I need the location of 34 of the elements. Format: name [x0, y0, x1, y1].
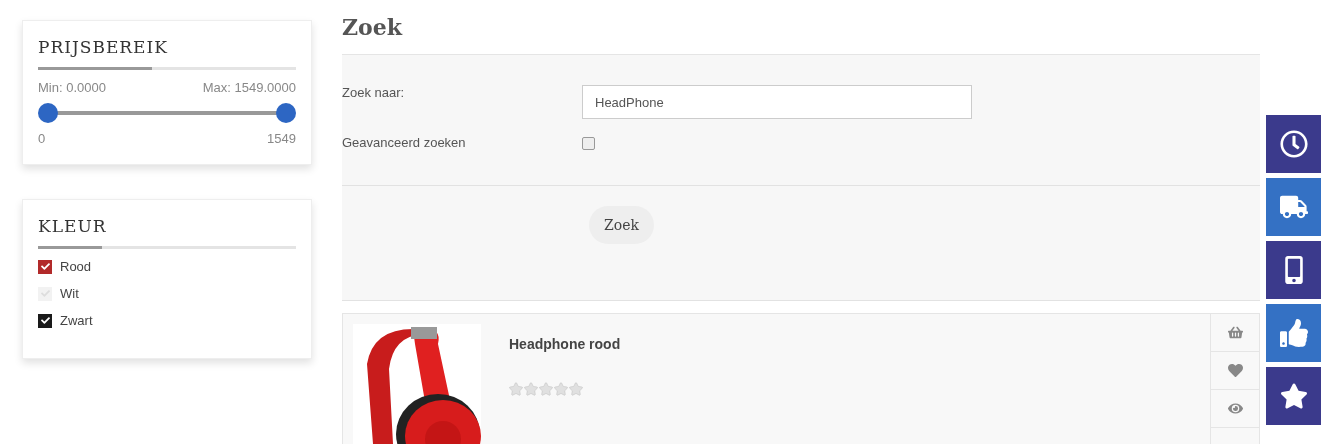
rating-star-icon — [524, 382, 538, 396]
rating-star-icon — [554, 382, 568, 396]
option-label: Zwart — [60, 313, 93, 328]
basket-icon — [1227, 325, 1243, 340]
slider-handle[interactable] — [38, 103, 58, 123]
scale-max: 1549 — [267, 131, 296, 146]
color-checkbox[interactable] — [38, 259, 52, 274]
search-field[interactable]: HeadPhone — [582, 85, 972, 119]
field-label: Geavanceerd zoeken — [342, 135, 467, 150]
search-button[interactable]: Zoek — [589, 206, 654, 244]
rating-star-icon — [509, 382, 523, 396]
page-title: Zoek — [342, 14, 404, 40]
card-title: PRIJSBEREIK — [38, 37, 169, 57]
star-button[interactable] — [1266, 367, 1321, 425]
advanced-checkbox[interactable] — [582, 137, 595, 150]
thumbs-up-icon — [1279, 319, 1308, 347]
rating-star-icon — [569, 382, 583, 396]
truck-icon — [1279, 193, 1308, 221]
heart-icon — [1227, 363, 1243, 378]
min-label: Min: 0.0000 — [38, 80, 106, 95]
slider-handle[interactable] — [276, 103, 296, 123]
field-label: Zoek naar: — [342, 85, 406, 100]
truck-button[interactable] — [1266, 178, 1321, 236]
eye-icon — [1227, 401, 1243, 416]
star-icon — [1279, 382, 1308, 410]
scale-min: 0 — [38, 131, 46, 146]
option-label: Wit — [60, 286, 79, 301]
thumbs-up-button[interactable] — [1266, 304, 1321, 362]
card-title: KLEUR — [38, 216, 108, 236]
option-label: Rood — [60, 259, 92, 274]
color-checkbox[interactable] — [38, 313, 52, 328]
max-label: Max: 1549.0000 — [202, 80, 296, 95]
rating-star-icon — [539, 382, 553, 396]
product-name[interactable]: Headphone rood — [509, 336, 1182, 352]
